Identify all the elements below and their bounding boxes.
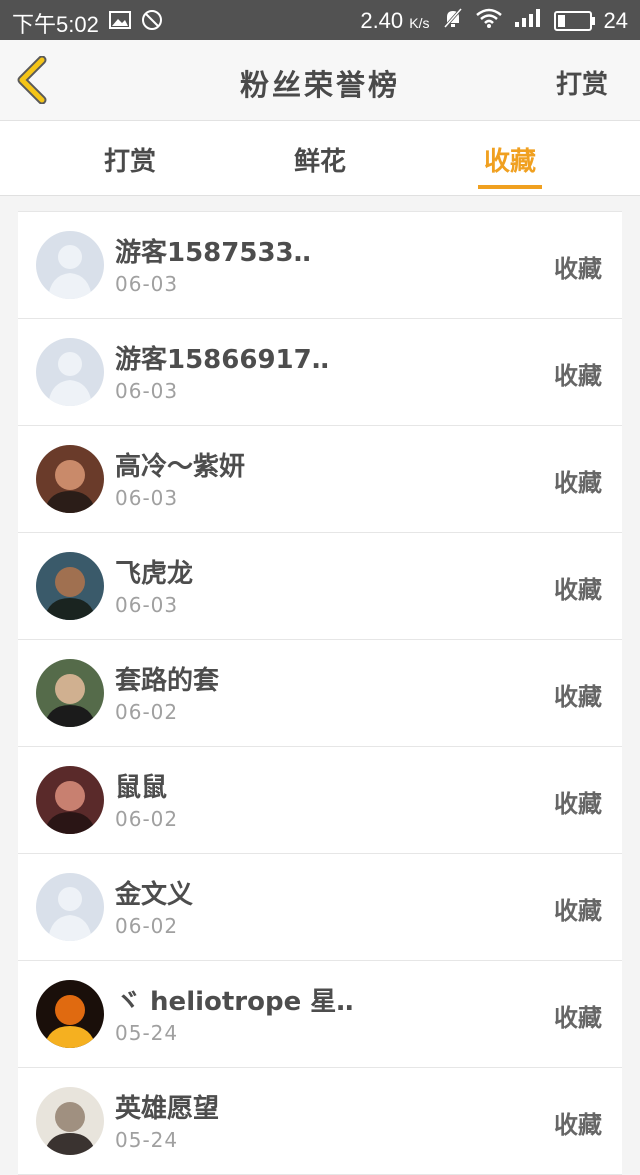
date-label: 05-24 (115, 1021, 179, 1045)
list-item[interactable]: 鼠鼠 06-02 收藏 (18, 747, 622, 854)
action-label: 收藏 (554, 362, 602, 390)
battery-percent: 24 (603, 8, 628, 33)
date-label: 06-03 (115, 272, 179, 296)
network-speed: 2.40 K/s (360, 8, 430, 33)
avatar[interactable] (36, 1087, 104, 1155)
action-label: 收藏 (554, 576, 602, 604)
reward-button[interactable]: 打赏 (556, 64, 608, 101)
action-label: 收藏 (554, 469, 602, 497)
list-item[interactable]: 游客1587533‥ 06-03 收藏 (18, 212, 622, 319)
status-time: 下午5:02 (12, 12, 99, 37)
status-bar: 下午5:02 2.40 K/s 24 (0, 0, 640, 40)
user-name: 英雄愿望 (115, 1094, 220, 1124)
user-name: 游客1587533‥ (115, 238, 311, 268)
muted-bell-icon (442, 7, 464, 35)
user-name: 套路的套 (115, 666, 220, 696)
date-label: 06-02 (115, 700, 179, 724)
avatar[interactable] (36, 766, 104, 834)
user-name: 高冷～紫妍 (115, 452, 246, 482)
list-item[interactable]: 高冷～紫妍 06-03 收藏 (18, 426, 622, 533)
wifi-icon (475, 8, 502, 34)
date-label: 06-03 (115, 379, 179, 403)
do-not-disturb-icon (141, 9, 163, 37)
default-avatar-icon[interactable] (36, 873, 104, 941)
list-item[interactable]: 套路的套 06-02 收藏 (18, 640, 622, 747)
date-label: 06-02 (115, 914, 179, 938)
avatar[interactable] (36, 659, 104, 727)
avatar[interactable] (36, 980, 104, 1048)
action-label: 收藏 (554, 1111, 602, 1139)
action-label: 收藏 (554, 790, 602, 818)
user-name: 金文义 (115, 880, 194, 910)
list-item[interactable]: 英雄愿望 05-24 收藏 (18, 1068, 622, 1175)
action-label: 收藏 (554, 1004, 602, 1032)
date-label: 06-02 (115, 807, 179, 831)
gallery-icon (108, 10, 131, 36)
action-label: 收藏 (554, 897, 602, 925)
user-name: 游客15866917‥ (115, 345, 330, 375)
default-avatar-icon[interactable] (36, 231, 104, 299)
user-name: 飞虎龙 (115, 559, 194, 589)
list-item[interactable]: ヾ heliotrope 星‥ 05-24 收藏 (18, 961, 622, 1068)
date-label: 05-24 (115, 1128, 179, 1152)
tab-flowers[interactable]: 鲜花 (270, 141, 370, 178)
action-label: 收藏 (554, 683, 602, 711)
tab-bar: 打赏 鲜花 收藏 (0, 121, 640, 196)
avatar[interactable] (36, 552, 104, 620)
signal-icon (514, 8, 542, 34)
tab-favorites[interactable]: 收藏 (460, 141, 560, 178)
page-title: 粉丝荣誉榜 (239, 68, 400, 102)
user-name: ヾ heliotrope 星‥ (115, 987, 354, 1017)
user-name: 鼠鼠 (115, 773, 168, 803)
date-label: 06-03 (115, 486, 179, 510)
header: 粉丝荣誉榜 打赏 (0, 40, 640, 121)
avatar[interactable] (36, 445, 104, 513)
tab-reward[interactable]: 打赏 (80, 141, 180, 178)
default-avatar-icon[interactable] (36, 338, 104, 406)
list-item[interactable]: 金文义 06-02 收藏 (18, 854, 622, 961)
action-label: 收藏 (554, 255, 602, 283)
list-item[interactable]: 飞虎龙 06-03 收藏 (18, 533, 622, 640)
battery-icon (553, 11, 595, 31)
active-tab-indicator (478, 185, 542, 189)
fan-list: 游客1587533‥ 06-03 收藏 游客15866917‥ 06-03 收藏 高冷～紫妍… (18, 211, 622, 1175)
list-item[interactable]: 游客15866917‥ 06-03 收藏 (18, 319, 622, 426)
date-label: 06-03 (115, 593, 179, 617)
